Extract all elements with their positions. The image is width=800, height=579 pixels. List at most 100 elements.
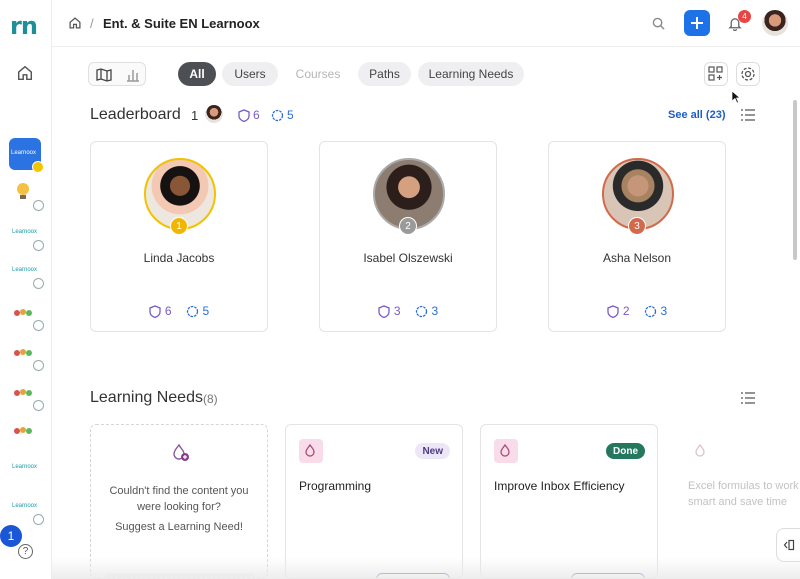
app-label: Learnoox <box>12 464 38 470</box>
flame-plus-icon <box>173 443 189 461</box>
my-shields: 6 <box>238 108 260 122</box>
app-switcher-flowers-1[interactable] <box>12 300 44 331</box>
breadcrumb-title[interactable]: Ent. & Suite EN Learnoox <box>103 16 260 31</box>
app-switcher-bulb[interactable] <box>12 180 44 211</box>
widgets-button[interactable] <box>704 62 728 86</box>
filter-all[interactable]: All <box>178 62 216 86</box>
badges-stat: 3 <box>644 304 667 318</box>
user-stats: 2 3 <box>549 304 725 318</box>
user-name: Linda Jacobs <box>143 251 215 265</box>
leaderboard-card[interactable]: 1 Linda Jacobs 6 5 <box>90 141 268 332</box>
filter-learning-needs[interactable]: Learning Needs <box>418 62 524 86</box>
add-button[interactable] <box>684 10 710 36</box>
lightbulb-icon <box>17 183 29 199</box>
badge-icon <box>271 109 284 121</box>
learning-needs-count: (8) <box>203 392 218 406</box>
user-name: Asha Nelson <box>602 251 672 265</box>
clock-icon <box>33 278 44 289</box>
app-label: Learnoox <box>12 229 38 235</box>
my-rank: 1 <box>191 108 199 123</box>
gear-icon <box>741 67 755 81</box>
breadcrumb-separator: / <box>90 16 94 31</box>
rank-badge: 3 <box>628 217 646 235</box>
app-logo[interactable]: rn <box>10 12 38 40</box>
flowers-logo-icon <box>14 389 32 396</box>
settings-button[interactable] <box>736 62 760 86</box>
learning-need-title: Programming <box>299 479 372 493</box>
bottom-fade <box>52 557 800 579</box>
leaderboard-title: Leaderboard <box>90 106 181 123</box>
user-name: Isabel Olszewski <box>363 251 453 265</box>
flowers-logo-icon <box>14 427 32 434</box>
leaderboard-card[interactable]: 2 Isabel Olszewski 3 3 <box>319 141 497 332</box>
app-switcher-learnoox-2[interactable]: Learnoox <box>12 220 44 251</box>
view-toggle <box>88 62 146 86</box>
clock-icon <box>33 320 44 331</box>
shield-icon <box>378 304 390 318</box>
shield-icon <box>607 304 619 318</box>
user-stats: 6 5 <box>91 304 267 318</box>
app-label: Learnoox <box>12 503 38 509</box>
learning-needs-title: Learning Needs <box>90 389 203 406</box>
badges-stat: 5 <box>186 304 209 318</box>
learning-need-card[interactable]: New Programming <box>285 424 463 579</box>
app-switcher-flowers-4[interactable] <box>12 418 40 446</box>
app-label: Learnoox <box>11 150 37 156</box>
map-view-icon[interactable] <box>96 67 112 83</box>
flame-icon <box>494 439 518 463</box>
filter-paths[interactable]: Paths <box>358 62 411 86</box>
app-switcher-learnoox-active[interactable]: Learnoox <box>9 138 44 173</box>
status-badge: Done <box>606 443 645 459</box>
plus-icon <box>691 17 703 29</box>
app-switcher-flowers-3[interactable] <box>12 380 44 411</box>
scrollbar[interactable] <box>793 100 797 260</box>
badge-icon <box>644 305 656 317</box>
filter-courses[interactable]: Courses <box>288 62 348 86</box>
learning-need-title: Excel formulas to work smart and save ti… <box>688 480 799 508</box>
breadcrumb-home-icon[interactable] <box>68 16 82 30</box>
left-rail: rn Learnoox Learnoox Learnoox Learnoox L… <box>0 0 52 579</box>
app-label: Learnoox <box>12 267 38 273</box>
search-icon[interactable] <box>652 17 665 30</box>
badges-stat: 3 <box>415 304 438 318</box>
suggest-prompt: Couldn't find the content you were looki… <box>109 485 249 513</box>
app-switcher-learnoox-5[interactable]: Learnoox <box>12 494 44 525</box>
flowers-logo-icon <box>14 349 32 356</box>
flowers-logo-icon <box>14 309 32 316</box>
counter-badge[interactable]: 1 <box>0 525 22 547</box>
list-icon[interactable] <box>741 392 755 404</box>
top-header: / Ent. & Suite EN Learnoox 4 <box>52 0 800 47</box>
help-icon[interactable]: ? <box>18 544 33 559</box>
badge-icon <box>186 305 198 317</box>
leaderboard-card[interactable]: 3 Asha Nelson 2 3 <box>548 141 726 332</box>
widgets-icon <box>708 66 723 81</box>
learning-need-title: Improve Inbox Efficiency <box>494 479 625 493</box>
chart-view-icon[interactable] <box>125 67 141 83</box>
shields-stat: 3 <box>378 304 401 318</box>
clock-icon <box>33 240 44 251</box>
app-switcher-learnoox-3[interactable]: Learnoox <box>12 258 44 289</box>
mouse-cursor-icon <box>731 90 741 104</box>
app-switcher-flowers-2[interactable] <box>12 340 44 371</box>
see-all-link[interactable]: See all (23) <box>668 109 725 121</box>
user-avatar[interactable] <box>762 10 788 36</box>
lock-icon <box>33 400 44 411</box>
notification-badge: 4 <box>738 10 751 23</box>
rank-badge: 1 <box>170 217 188 235</box>
rank-badge: 2 <box>399 217 417 235</box>
flame-icon <box>695 444 705 457</box>
suggest-cta: Suggest a Learning Need! <box>115 521 243 533</box>
badge-icon <box>415 305 427 317</box>
suggest-learning-need-card[interactable]: Couldn't find the content you were looki… <box>90 424 268 579</box>
home-icon[interactable] <box>16 64 34 82</box>
my-badges: 5 <box>271 108 294 122</box>
shields-stat: 6 <box>149 304 172 318</box>
list-icon[interactable] <box>741 109 755 121</box>
app-switcher-learnoox-4[interactable]: Learnoox <box>12 455 40 483</box>
clock-icon <box>33 200 44 211</box>
learning-need-card[interactable]: Done Improve Inbox Efficiency <box>480 424 658 579</box>
shields-stat: 2 <box>607 304 630 318</box>
filter-users[interactable]: Users <box>222 62 278 86</box>
status-badge: New <box>415 443 450 459</box>
my-avatar <box>205 105 223 123</box>
